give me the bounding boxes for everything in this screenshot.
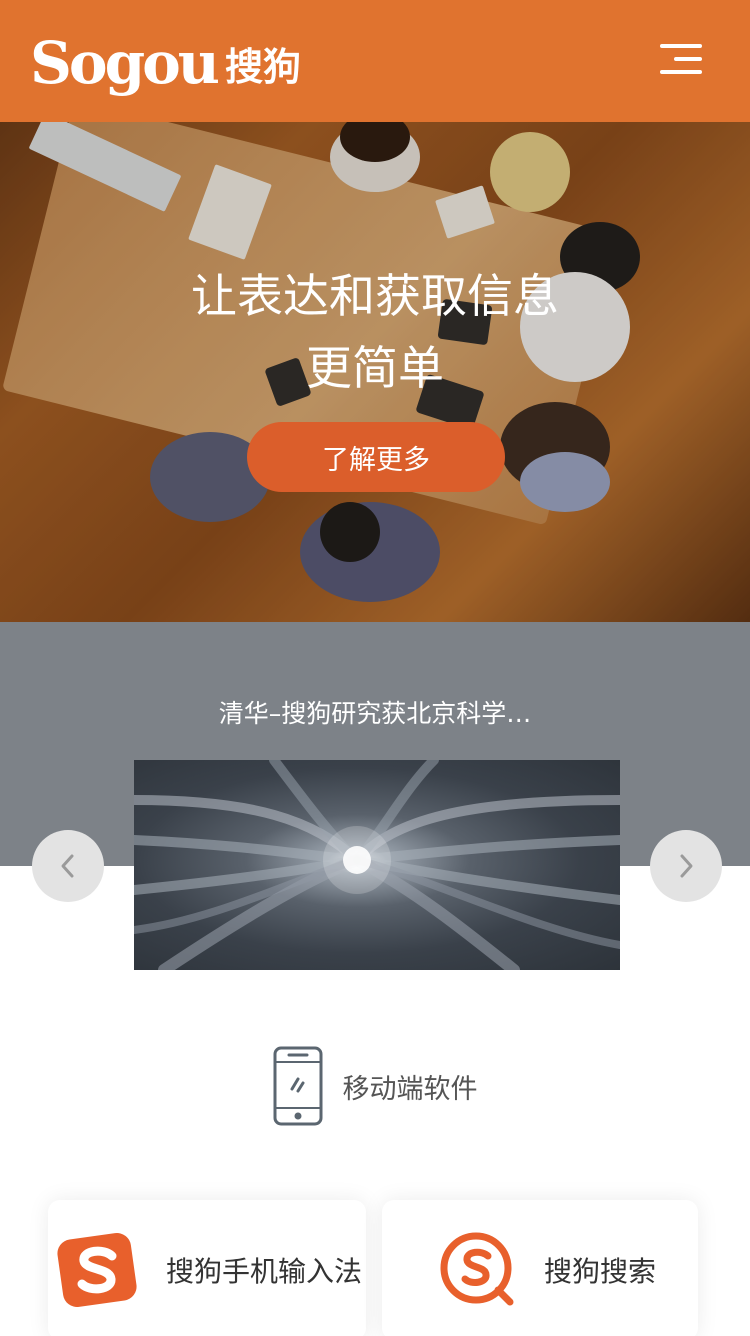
mobile-software-heading: 移动端软件 <box>0 1044 750 1128</box>
smartphone-icon <box>273 1046 322 1126</box>
sogou-input-icon <box>57 1232 137 1308</box>
hamburger-menu-icon[interactable] <box>656 40 702 78</box>
hero-banner: 让表达和获取信息更简单 了解更多 <box>0 122 750 622</box>
sogou-logo[interactable]: Sogou 搜狗 <box>30 26 301 100</box>
top-header: Sogou 搜狗 <box>0 0 750 122</box>
product-card-input-method[interactable]: 搜狗手机输入法 <box>48 1200 366 1336</box>
product-card-search[interactable]: 搜狗搜索 <box>382 1200 698 1336</box>
chevron-right-icon[interactable] <box>650 830 722 902</box>
news-image-graphic <box>134 760 620 970</box>
product-label: 搜狗手机输入法 <box>166 1255 363 1288</box>
section-title: 移动端软件 <box>342 1073 478 1105</box>
logo-wordmark: Sogou <box>30 29 220 97</box>
logo-chinese: 搜狗 <box>224 44 301 89</box>
hero-title: 让表达和获取信息更简单 <box>191 269 559 395</box>
news-image[interactable] <box>134 760 620 970</box>
chevron-left-icon[interactable] <box>32 830 104 902</box>
news-title[interactable]: 清华–搜狗研究获北京科学… <box>0 694 750 730</box>
sogou-search-icon <box>440 1232 514 1306</box>
product-label: 搜狗搜索 <box>544 1255 657 1288</box>
learn-more-button[interactable]: 了解更多 <box>247 422 505 492</box>
